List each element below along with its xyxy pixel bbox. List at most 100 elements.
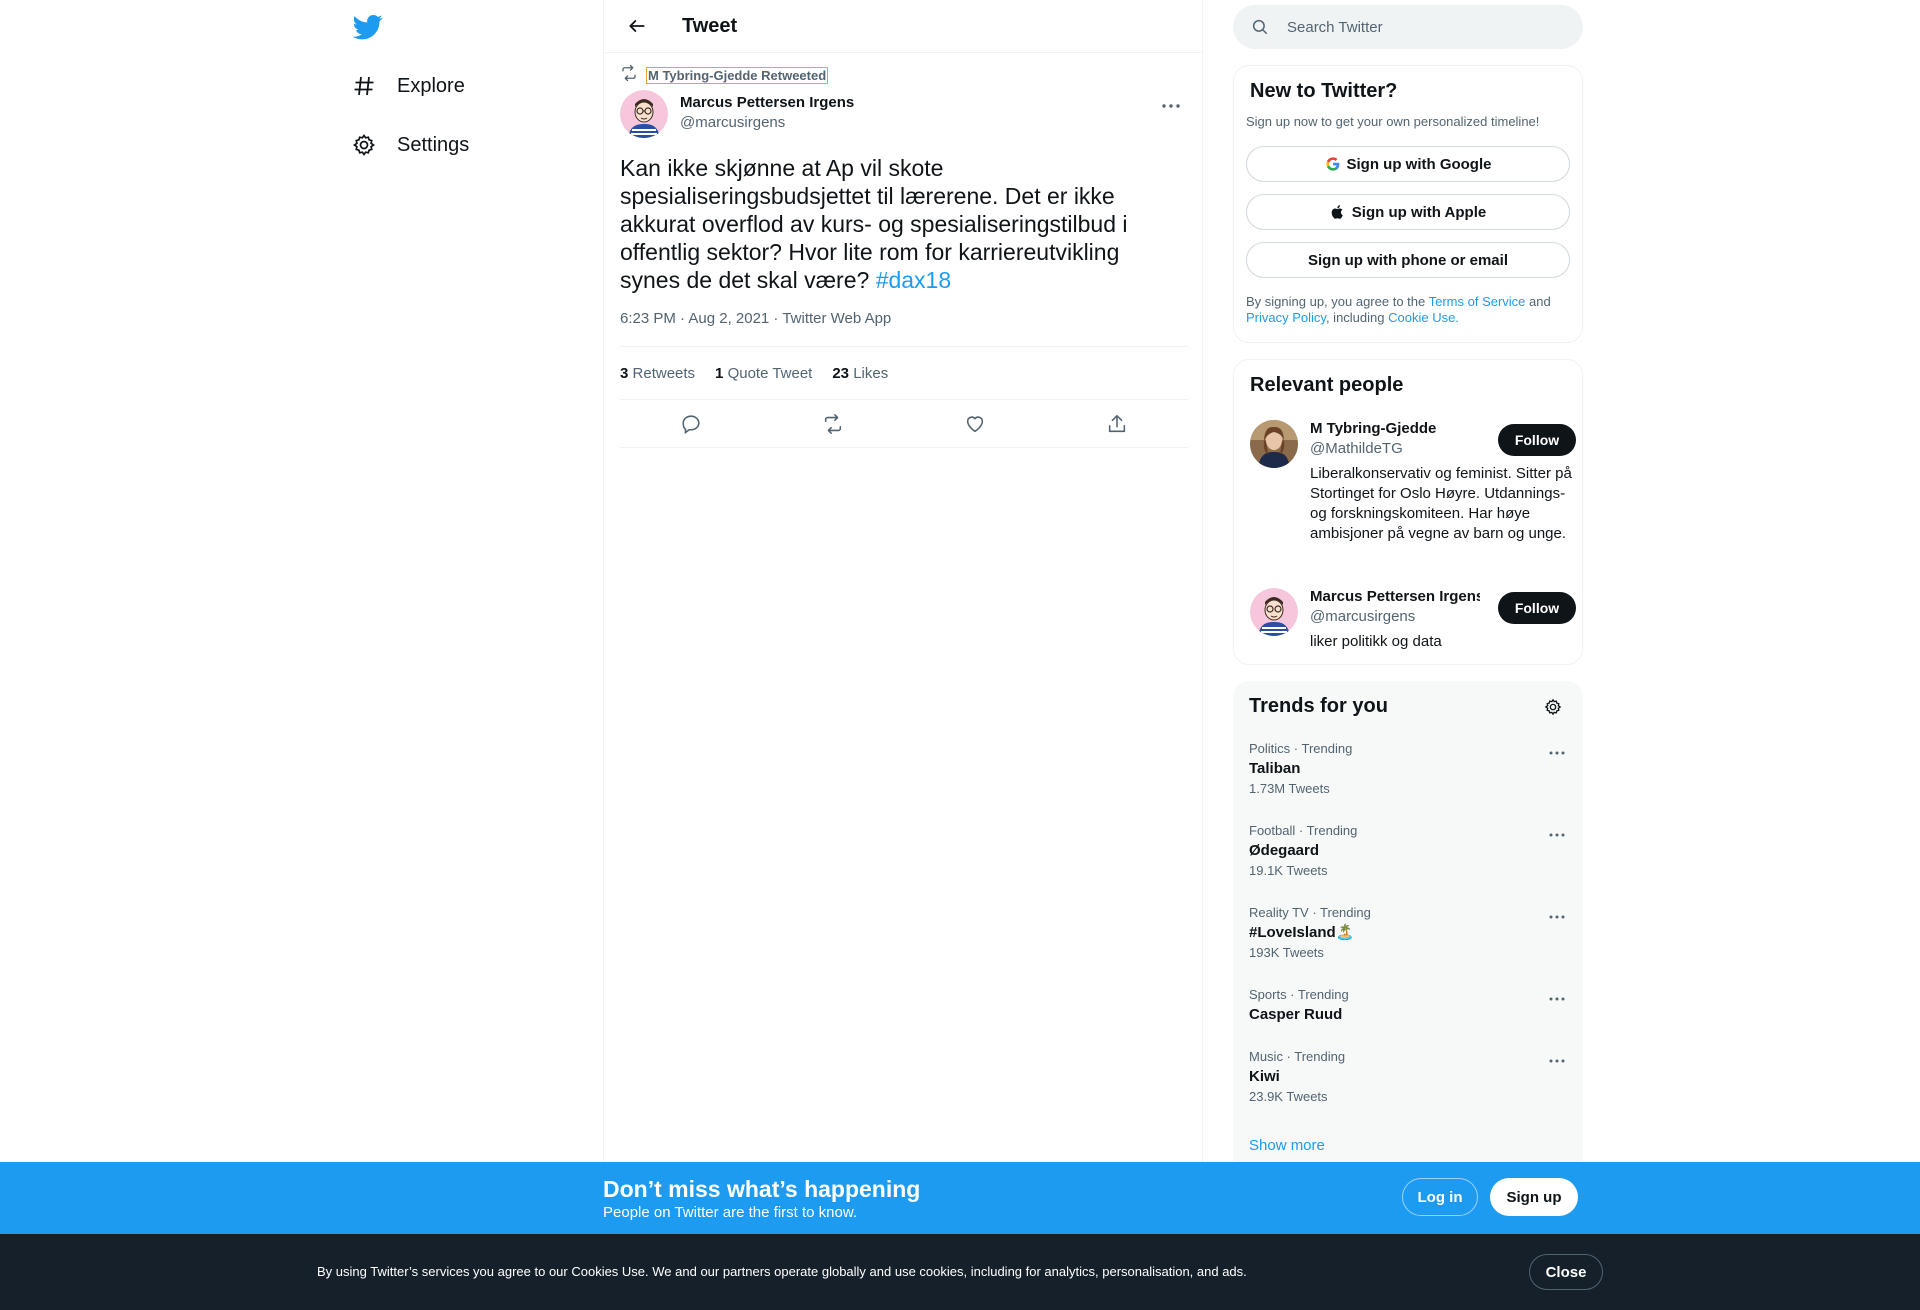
author-avatar[interactable]	[620, 90, 668, 138]
person-handle[interactable]: @MathildeTG	[1310, 440, 1403, 457]
person-bio: liker politikk og data	[1310, 633, 1442, 650]
retweets-stat[interactable]: 3 Retweets	[620, 365, 695, 382]
signup-google-button[interactable]: Sign up with Google	[1246, 146, 1570, 182]
author-names: Marcus Pettersen Irgens @marcusirgens	[680, 93, 854, 133]
more-dots-icon	[1549, 997, 1565, 1001]
main-column: Tweet M Tybring-Gjedde Retweeted Marcus …	[603, 0, 1203, 1310]
signup-apple-label: Sign up with Apple	[1351, 203, 1487, 221]
search-input[interactable]	[1287, 18, 1547, 36]
twitter-bird-icon[interactable]	[352, 12, 385, 44]
trend-name: Taliban	[1249, 760, 1301, 777]
trend-count: 23.9K Tweets	[1249, 1089, 1328, 1104]
likes-count: 23	[832, 364, 850, 382]
author-handle[interactable]: @marcusirgens	[680, 113, 854, 133]
trend-context: Sports · Trending	[1249, 987, 1349, 1002]
signup-banner: Don’t miss what’s happening People on Tw…	[0, 1162, 1920, 1234]
retweet-icon	[824, 413, 842, 434]
person-name[interactable]: Marcus Pettersen Irgens	[1310, 588, 1480, 605]
more-dots-icon	[1549, 833, 1565, 837]
nav-settings[interactable]: Settings	[351, 123, 469, 167]
tweet-timestamp[interactable]: 6:23 PM · Aug 2, 2021 · Twitter Web App	[620, 310, 891, 327]
share-button[interactable]	[1100, 407, 1134, 441]
privacy-policy-link[interactable]: Privacy Policy	[1246, 310, 1326, 325]
hashtag-icon	[351, 73, 377, 99]
more-dots-icon	[1549, 1059, 1565, 1063]
trend-more-button[interactable]	[1545, 741, 1569, 765]
likes-label: Likes	[853, 364, 889, 382]
hashtag-link[interactable]: #dax18	[876, 267, 951, 293]
tweet-body: Kan ikke skjønne at Ap vil skote spesial…	[620, 155, 1128, 293]
nav-explore-label: Explore	[397, 74, 465, 97]
trend-name: Kiwi	[1249, 1068, 1280, 1085]
trend-more-button[interactable]	[1545, 1049, 1569, 1073]
back-button[interactable]	[620, 9, 654, 43]
quotes-count: 1	[715, 364, 724, 382]
reply-button[interactable]	[674, 407, 708, 441]
legal-and: and	[1525, 294, 1551, 309]
tweet-stats: 3 Retweets 1 Quote Tweet 23 Likes	[620, 346, 1188, 400]
banner-title: Don’t miss what’s happening	[603, 1176, 921, 1202]
author-name[interactable]: Marcus Pettersen Irgens	[680, 93, 854, 113]
tweet-actions	[620, 400, 1188, 448]
follow-button[interactable]: Follow	[1498, 424, 1576, 456]
trend-name: #LoveIsland🏝️	[1249, 924, 1355, 941]
trend-item[interactable]: Music · Trending Kiwi 23.9K Tweets	[1249, 1049, 1569, 1105]
nav-explore[interactable]: Explore	[351, 64, 465, 108]
trend-name: Ødegaard	[1249, 842, 1320, 859]
retweet-context: M Tybring-Gjedde Retweeted	[620, 64, 829, 87]
more-dots-icon	[1549, 751, 1565, 755]
trend-more-button[interactable]	[1545, 987, 1569, 1011]
signup-button[interactable]: Sign up	[1490, 1178, 1578, 1216]
quotes-stat[interactable]: 1 Quote Tweet	[715, 365, 812, 382]
new-to-twitter-subtitle: Sign up now to get your own personalized…	[1246, 114, 1540, 129]
tweet-text: Kan ikke skjønne at Ap vil skote spesial…	[620, 154, 1160, 294]
trends-settings-button[interactable]	[1541, 695, 1565, 719]
person-avatar[interactable]	[1250, 420, 1298, 468]
trend-name: Casper Ruud	[1249, 1006, 1343, 1023]
signup-phone-email-label: Sign up with phone or email	[1307, 251, 1508, 269]
person-avatar[interactable]	[1250, 588, 1298, 636]
trend-count: 193K Tweets	[1249, 945, 1324, 960]
trend-item[interactable]: Reality TV · Trending #LoveIsland🏝️ 193K…	[1249, 905, 1569, 961]
tweet-more-button[interactable]	[1154, 94, 1188, 118]
person-handle[interactable]: @marcusirgens	[1310, 608, 1415, 625]
signup-phone-email-button[interactable]: Sign up with phone or email	[1246, 242, 1570, 278]
tweet-author: Marcus Pettersen Irgens @marcusirgens	[620, 90, 1188, 138]
retweet-button[interactable]	[816, 407, 850, 441]
relevant-people-card: Relevant people M Tybring-Gjedde @Mathil…	[1233, 359, 1583, 665]
apple-icon	[1330, 203, 1346, 221]
likes-stat[interactable]: 23 Likes	[832, 365, 888, 382]
person-bio: Liberalkonservativ og feminist. Sitter p…	[1310, 465, 1572, 542]
close-button[interactable]: Close	[1529, 1254, 1603, 1290]
terms-of-service-link[interactable]: Terms of Service	[1429, 294, 1526, 309]
trend-count: 19.1K Tweets	[1249, 863, 1328, 878]
retweets-label: Retweets	[632, 364, 696, 382]
trend-context: Politics · Trending	[1249, 741, 1353, 756]
trend-context: Music · Trending	[1249, 1049, 1346, 1064]
trend-item[interactable]: Football · Trending Ødegaard 19.1K Tweet…	[1249, 823, 1569, 879]
retweets-count: 3	[620, 364, 629, 382]
trend-item[interactable]: Politics · Trending Taliban 1.73M Tweets	[1249, 741, 1569, 797]
search-icon	[1252, 19, 1268, 35]
search-bar[interactable]	[1233, 5, 1583, 49]
cookie-use-link[interactable]: Cookie Use.	[1388, 310, 1459, 325]
show-more-link[interactable]: Show more	[1249, 1137, 1325, 1154]
nav-settings-label: Settings	[397, 133, 470, 156]
like-button[interactable]	[958, 407, 992, 441]
person-name[interactable]: M Tybring-Gjedde	[1310, 420, 1480, 437]
trend-more-button[interactable]	[1545, 905, 1569, 929]
signup-apple-button[interactable]: Sign up with Apple	[1246, 194, 1570, 230]
trends-card: Trends for you Politics · Trending Talib…	[1233, 681, 1583, 1181]
login-button[interactable]: Log in	[1402, 1178, 1478, 1216]
legal-prefix: By signing up, you agree to the	[1246, 294, 1429, 309]
trend-item[interactable]: Sports · Trending Casper Ruud	[1249, 987, 1569, 1025]
trend-context: Football · Trending	[1249, 823, 1358, 838]
follow-button[interactable]: Follow	[1498, 592, 1576, 624]
heart-icon	[966, 415, 984, 432]
quotes-label: Quote Tweet	[727, 364, 813, 382]
signup-google-label: Sign up with Google	[1346, 155, 1492, 173]
trend-count: 1.73M Tweets	[1249, 781, 1330, 796]
retweet-context-link[interactable]: M Tybring-Gjedde Retweeted	[646, 67, 829, 84]
more-dots-icon	[1549, 915, 1565, 919]
trend-more-button[interactable]	[1545, 823, 1569, 847]
